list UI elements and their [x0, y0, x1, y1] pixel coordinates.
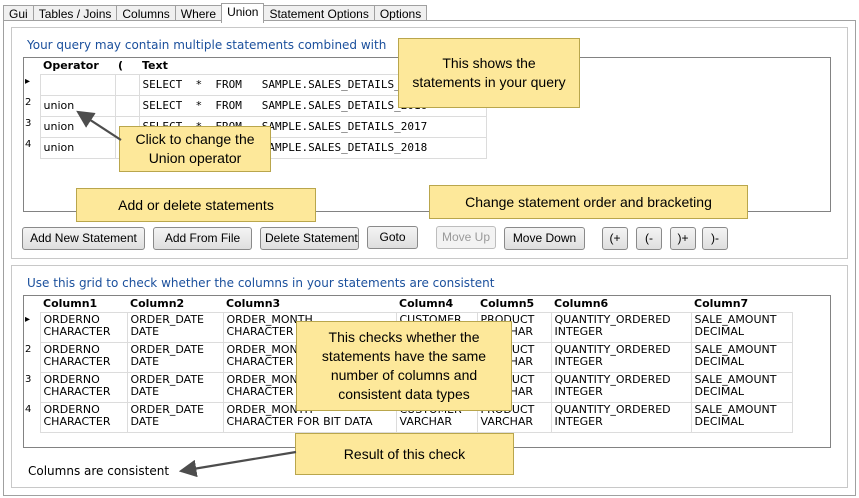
remove-close-bracket-button[interactable]: )- — [702, 227, 728, 250]
add-from-file-button[interactable]: Add From File — [153, 227, 252, 250]
column-name: ORDERNO — [43, 402, 100, 416]
add-close-bracket-button[interactable]: )+ — [670, 227, 696, 250]
column-type: INTEGER — [554, 324, 603, 338]
move-up-button[interactable]: Move Up — [436, 226, 496, 249]
union-operator-cell[interactable]: union — [39, 94, 116, 117]
column-cell[interactable]: ORDER_DATE DATE — [126, 341, 224, 373]
column-cell[interactable]: SALE_AMOUNT DECIMAL — [690, 371, 793, 403]
grid-corner — [24, 296, 40, 312]
column-cell[interactable]: ORDERNO CHARACTER — [39, 401, 128, 433]
column-name: ORDER_DATE — [130, 402, 204, 416]
column-cell[interactable]: ORDER_DATE DATE — [126, 371, 224, 403]
column-cell[interactable]: QUANTITY_ORDERED INTEGER — [550, 401, 692, 433]
column-name: ORDERNO — [43, 342, 100, 356]
column-name: QUANTITY_ORDERED — [554, 342, 671, 356]
column7-header[interactable]: Column7 — [691, 296, 792, 312]
column-type: CHARACTER — [43, 354, 111, 368]
add-open-bracket-button[interactable]: (+ — [602, 227, 628, 250]
column-name: ORDER_DATE — [130, 372, 204, 386]
column-cell[interactable]: SALE_AMOUNT DECIMAL — [690, 401, 793, 433]
column-cell[interactable]: ORDERNO CHARACTER — [39, 341, 128, 373]
column-cell[interactable]: ORDER_DATE DATE — [126, 311, 224, 343]
row-marker: 2 — [24, 95, 40, 116]
column-type: DATE — [130, 414, 160, 428]
column-type: VARCHAR — [399, 414, 453, 428]
statements-group-title: Your query may contain multiple statemen… — [27, 38, 387, 52]
move-down-button[interactable]: Move Down — [504, 227, 585, 250]
callout-order: Change statement order and bracketing — [429, 185, 748, 219]
column-cell[interactable]: SALE_AMOUNT DECIMAL — [690, 311, 793, 343]
column-name: SALE_AMOUNT — [694, 312, 777, 326]
column-type: DECIMAL — [694, 384, 745, 398]
column-type: DATE — [130, 384, 160, 398]
tab-union[interactable]: Union — [221, 3, 265, 23]
column-type: DATE — [130, 324, 160, 338]
column-type: CHARACTER — [43, 414, 111, 428]
row-marker: 4 — [24, 137, 40, 158]
union-operator-cell[interactable]: union — [39, 136, 116, 159]
column-cell[interactable]: SALE_AMOUNT DECIMAL — [690, 341, 793, 373]
row-marker: 4 — [24, 402, 40, 432]
remove-open-bracket-button[interactable]: (- — [636, 227, 662, 250]
column6-header[interactable]: Column6 — [551, 296, 691, 312]
column1-header[interactable]: Column1 — [40, 296, 127, 312]
open-paren-cell[interactable] — [114, 73, 140, 96]
callout-statements: This shows the statements in your query — [398, 38, 580, 108]
column5-header[interactable]: Column5 — [477, 296, 551, 312]
column-name: SALE_AMOUNT — [694, 372, 777, 386]
column-name: SALE_AMOUNT — [694, 402, 777, 416]
add-new-statement-button[interactable]: Add New Statement — [22, 227, 145, 250]
operator-column-header[interactable]: Operator — [40, 58, 115, 74]
row-marker: 2 — [24, 342, 40, 372]
column-name: ORDER_DATE — [130, 312, 204, 326]
column-type: INTEGER — [554, 414, 603, 428]
consistency-status: Columns are consistent — [28, 464, 170, 478]
column-cell[interactable]: QUANTITY_ORDERED INTEGER — [550, 341, 692, 373]
column-cell[interactable]: ORDER_DATE DATE — [126, 401, 224, 433]
column3-header[interactable]: Column3 — [223, 296, 396, 312]
tab-strip: Gui Tables / Joins Columns Where Union S… — [3, 3, 428, 23]
column-name: ORDERNO — [43, 372, 100, 386]
column-cell[interactable]: QUANTITY_ORDERED INTEGER — [550, 371, 692, 403]
row-marker: ▸ — [24, 312, 40, 342]
callout-checks: This checks whether the statements have … — [296, 321, 512, 411]
row-marker: 3 — [24, 372, 40, 402]
column-cell[interactable]: ORDERNO CHARACTER — [39, 311, 128, 343]
columns-group-title: Use this grid to check whether the colum… — [27, 276, 495, 290]
row-marker: ▸ — [24, 74, 40, 95]
goto-button[interactable]: Goto — [367, 226, 418, 249]
column-name: QUANTITY_ORDERED — [554, 372, 671, 386]
grid-corner — [24, 58, 40, 74]
row-marker: 3 — [24, 116, 40, 137]
column-type: INTEGER — [554, 354, 603, 368]
union-operator-cell[interactable] — [39, 73, 116, 96]
column-cell[interactable]: QUANTITY_ORDERED INTEGER — [550, 311, 692, 343]
delete-statement-button[interactable]: Delete Statement — [260, 227, 359, 250]
column-type: CHARACTER FOR BIT DATA — [226, 414, 373, 428]
column-type: VARCHAR — [480, 414, 534, 428]
column-type: INTEGER — [554, 384, 603, 398]
column-type: CHARACTER — [43, 324, 111, 338]
column-type: DECIMAL — [694, 324, 745, 338]
column4-header[interactable]: Column4 — [396, 296, 477, 312]
paren-column-header[interactable]: ( — [115, 58, 139, 74]
callout-add-delete: Add or delete statements — [76, 188, 316, 222]
union-operator-cell[interactable]: union — [39, 115, 116, 138]
column-name: SALE_AMOUNT — [694, 342, 777, 356]
callout-result: Result of this check — [295, 433, 514, 475]
column-cell[interactable]: ORDERNO CHARACTER — [39, 371, 128, 403]
column-type: DECIMAL — [694, 414, 745, 428]
column-name: ORDERNO — [43, 312, 100, 326]
open-paren-cell[interactable] — [114, 94, 140, 117]
column-type: CHARACTER — [43, 384, 111, 398]
column-name: QUANTITY_ORDERED — [554, 312, 671, 326]
callout-union-operator: Click to change the Union operator — [119, 126, 271, 172]
column-type: DATE — [130, 354, 160, 368]
column-type: DECIMAL — [694, 354, 745, 368]
column2-header[interactable]: Column2 — [127, 296, 223, 312]
column-name: QUANTITY_ORDERED — [554, 402, 671, 416]
column-name: ORDER_DATE — [130, 342, 204, 356]
